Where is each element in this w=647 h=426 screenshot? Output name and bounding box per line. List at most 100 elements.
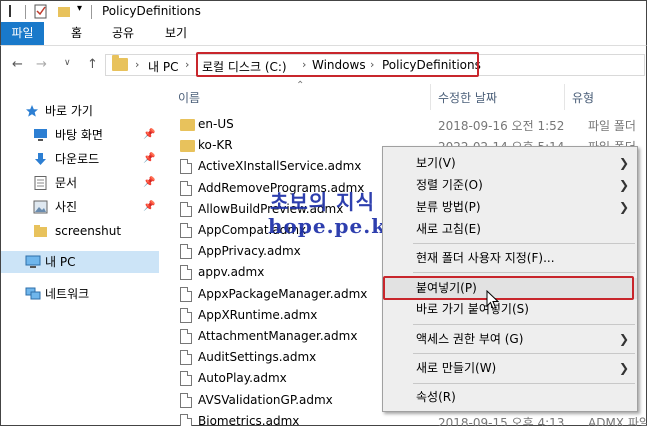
sidebar-item-label: 바로 가기 [45, 104, 93, 118]
chevron-right-icon: ❯ [619, 156, 630, 170]
menu-item-customize-folder[interactable]: 현재 폴더 사용자 지정(F)... [383, 248, 637, 269]
window-title: PolicyDefinitions [102, 4, 201, 18]
column-header-modified[interactable]: 수정한 날짜 [438, 89, 497, 106]
breadcrumb-root[interactable]: 내 PC [148, 58, 178, 75]
file-name: AppXRuntime.admx [198, 307, 318, 322]
chevron-right-icon: ❯ [619, 361, 630, 375]
menu-item-refresh[interactable]: 새로 고침(E) [383, 219, 637, 240]
title-bar: ▾ PolicyDefinitions [0, 0, 647, 22]
file-name: ActiveXInstallService.admx [198, 159, 362, 174]
up-arrow-icon[interactable]: ↑ [87, 57, 98, 72]
column-header-name[interactable]: 이름 [178, 89, 200, 106]
star-icon [26, 105, 38, 117]
file-icon [180, 286, 192, 302]
recent-locations-chevron-icon[interactable]: ∨ [64, 58, 71, 68]
file-icon [180, 371, 192, 387]
download-icon [35, 153, 46, 165]
sidebar-item-label: 사진 [55, 200, 78, 214]
chevron-right-icon[interactable]: › [135, 58, 139, 71]
menu-separator [413, 353, 635, 354]
folder-icon [180, 119, 195, 131]
file-icon [180, 392, 192, 408]
back-arrow-icon[interactable]: ← [12, 57, 23, 72]
sidebar-item-label: 바탕 화면 [55, 128, 103, 142]
pc-icon [25, 255, 41, 268]
address-highlight-box [196, 52, 479, 77]
sidebar-item-downloads[interactable]: 다운로드 📌 [1, 148, 159, 170]
file-icon [180, 350, 192, 366]
file-name: en-US [198, 117, 234, 131]
chevron-down-icon[interactable]: ▾ [77, 3, 82, 18]
menu-item-group-by[interactable]: 분류 방법(P) ❯ [383, 197, 637, 218]
file-type: 파일 폴더 [588, 119, 636, 133]
menu-item-sort-by[interactable]: 정렬 기준(O) ❯ [383, 175, 637, 196]
menu-item-view[interactable]: 보기(V) ❯ [383, 153, 637, 174]
desktop-icon [34, 129, 47, 141]
file-modified-date: 2018-09-15 오후 4:13 [438, 415, 565, 426]
chevron-right-icon[interactable]: › [185, 58, 189, 71]
file-icon [180, 244, 192, 260]
sidebar-item-label: 네트워크 [45, 287, 90, 301]
sidebar-item-documents[interactable]: 문서 📌 [1, 172, 159, 194]
file-name: ko-KR [198, 138, 233, 153]
file-icon [180, 180, 192, 196]
tab-view[interactable]: 보기 [161, 22, 191, 45]
table-row[interactable]: en-US 2018-09-16 오전 1:52 파일 폴더 [176, 114, 646, 136]
pin-icon[interactable]: 📌 [143, 148, 155, 170]
file-icon [180, 159, 192, 175]
file-icon [180, 265, 192, 281]
menu-separator [413, 272, 635, 273]
mouse-cursor-icon [486, 290, 500, 310]
pin-icon[interactable]: 📌 [143, 196, 155, 218]
column-header-type[interactable]: 유형 [572, 89, 594, 106]
column-divider[interactable] [564, 84, 565, 110]
sidebar-item-network[interactable]: 네트워크 [1, 283, 159, 305]
file-name: AppPrivacy.admx [198, 244, 301, 259]
sidebar-item-desktop[interactable]: 바탕 화면 📌 [1, 124, 159, 146]
menu-item-new[interactable]: 새로 만들기(W) ❯ [383, 358, 637, 379]
properties-icon[interactable] [34, 4, 48, 19]
forward-arrow-icon[interactable]: → [36, 57, 47, 72]
menu-separator [413, 324, 635, 325]
chevron-right-icon: ❯ [619, 332, 630, 346]
table-row[interactable]: Biometrics.admx 2018-09-15 오후 4:13 ADMX 파일 [176, 411, 647, 426]
file-name: AVSValidationGP.admx [198, 392, 333, 407]
pin-icon[interactable]: 📌 [143, 124, 155, 146]
tab-share[interactable]: 공유 [108, 22, 138, 45]
chevron-right-icon: ❯ [619, 178, 630, 192]
file-name: AutoPlay.admx [198, 371, 287, 386]
file-icon [180, 307, 192, 323]
column-divider[interactable] [430, 84, 431, 110]
chevron-right-icon: ❯ [619, 200, 630, 214]
paste-highlight-box [383, 276, 634, 300]
sidebar-item-pictures[interactable]: 사진 📌 [1, 196, 159, 218]
ribbon: 파일 홈 공유 보기 [0, 22, 647, 46]
file-name: appv.admx [198, 265, 265, 280]
folder-icon [180, 140, 195, 153]
file-name: AppxPackageManager.admx [198, 286, 368, 301]
file-type: ADMX 파일 [588, 415, 647, 426]
file-name: AuditSettings.admx [198, 350, 317, 365]
folder-icon [112, 55, 128, 71]
menu-item-give-access[interactable]: 액세스 권한 부여 (G) ❯ [383, 329, 637, 350]
tab-file[interactable]: 파일 [1, 22, 44, 45]
sidebar-item-label: 문서 [55, 176, 78, 190]
sidebar-item-this-pc[interactable]: 내 PC [1, 251, 159, 273]
new-folder-icon[interactable] [57, 4, 71, 19]
file-icon [180, 223, 192, 238]
menu-separator [413, 243, 635, 244]
sidebar-item-quick-access[interactable]: 바로 가기 [1, 100, 159, 122]
pin-icon[interactable]: 📌 [143, 172, 155, 194]
file-name: Biometrics.admx [198, 413, 300, 426]
tab-home[interactable]: 홈 [67, 22, 86, 45]
menu-item-properties[interactable]: 속성(R) [383, 387, 637, 408]
file-icon [180, 201, 192, 217]
file-icon [180, 329, 192, 344]
sidebar-item-label: 내 PC [45, 255, 76, 269]
file-modified-date: 2018-09-16 오전 1:52 [438, 119, 565, 133]
sort-ascending-icon: ⌃ [296, 80, 305, 91]
menu-item-paste-shortcut[interactable]: 바로 가기 붙여넣기(S) [383, 299, 637, 320]
file-name: AttachmentManager.admx [198, 329, 358, 343]
sidebar-item-screenshut[interactable]: screenshut [1, 220, 159, 242]
sidebar-item-label: screenshut [55, 224, 122, 238]
